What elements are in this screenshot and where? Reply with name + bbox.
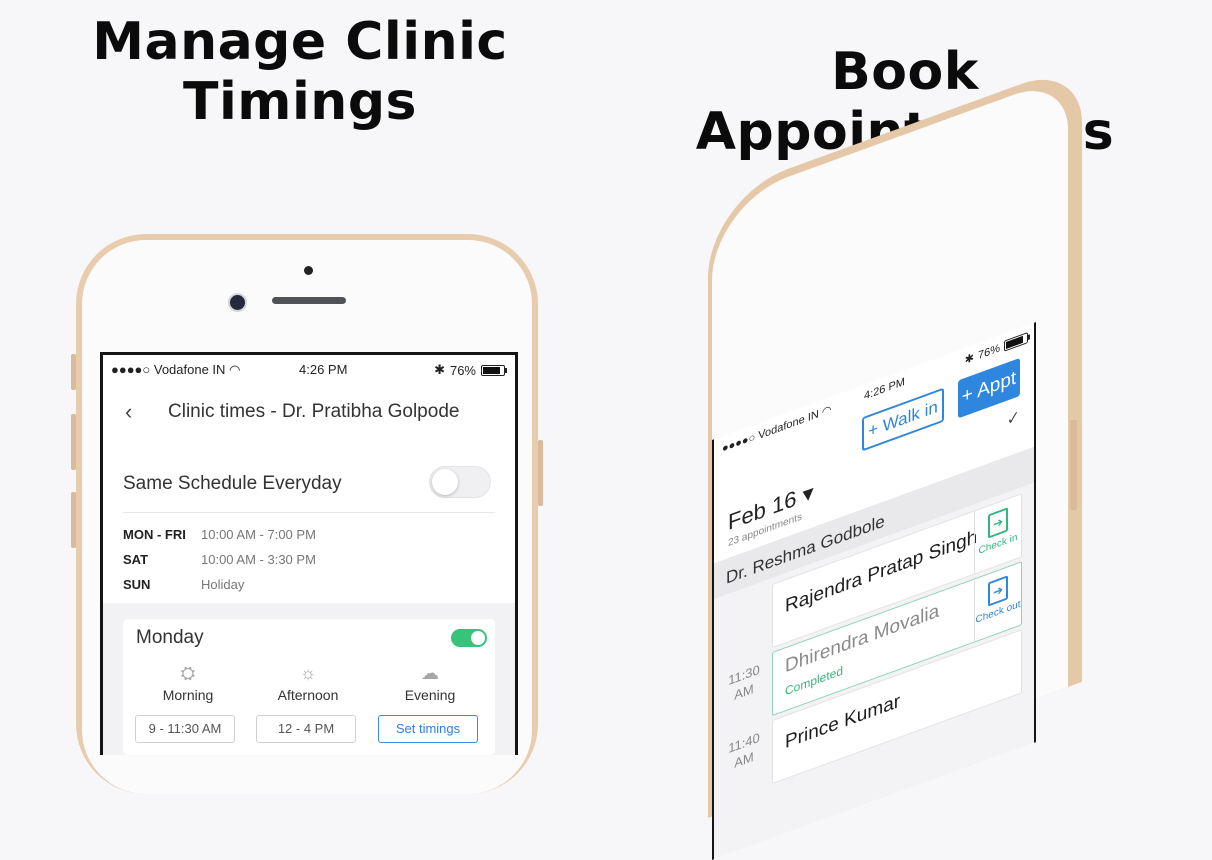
same-schedule-toggle[interactable] [429,466,491,498]
chevron-down-icon[interactable]: ✓ [1007,406,1020,431]
appointment-time: 11:40 AM [728,729,760,771]
battery-percent: 76% [977,341,1000,362]
volume-up-button [71,414,76,470]
volume-down-button [71,492,76,548]
battery-icon [1004,331,1028,352]
monday-toggle[interactable] [451,629,487,647]
power-button [538,440,543,506]
bluetooth-icon: ✱ [434,362,445,377]
status-bar: ●●●●○ Vodafone IN ◠ 4:26 PM ✱ 76% [103,355,515,383]
morning-timing-field[interactable]: 9 - 11:30 AM [135,715,235,743]
sun-icon: ☼ [299,663,317,683]
afternoon-timing-field[interactable]: 12 - 4 PM [256,715,356,743]
chevron-left-icon[interactable]: ‹ [125,401,132,423]
battery-icon [481,364,507,376]
earpiece-speaker [272,297,346,304]
proximity-sensor [304,266,313,275]
power-button-right [1070,420,1077,510]
slot-evening: ☁ Evening [380,661,480,703]
headline-manage-clinic-timings: Manage Clinic Timings [92,12,508,132]
slot-afternoon: ☼ Afternoon [258,661,358,703]
check-out-icon: ➔ [988,575,1008,607]
sunrise-icon: ⛭ [180,663,196,683]
battery-percent: 76% [449,362,476,378]
schedule-row: SUN Holiday [123,577,245,592]
mute-switch [71,354,76,390]
carrier-label: ●●●●○ Vodafone IN ◠ [111,362,241,377]
wifi-icon: ◠ [229,362,241,377]
front-camera [228,293,247,312]
day-name: Monday [136,627,204,648]
check-in-icon: ➔ [988,507,1008,539]
appointment-time: 11:30 AM [728,661,760,703]
set-timings-button[interactable]: Set timings [378,715,478,743]
bluetooth-icon: ✱ [964,351,974,368]
same-schedule-label: Same Schedule Everyday [123,473,342,494]
schedule-row: MON - FRI 10:00 AM - 7:00 PM [123,527,316,542]
page-title: Clinic times - Dr. Pratibha Golpode [168,401,460,422]
check-out-button[interactable]: ➔ Check out [974,562,1021,642]
divider [123,512,495,513]
schedule-row: SAT 10:00 AM - 3:30 PM [123,552,316,567]
clinic-times-screen: ●●●●○ Vodafone IN ◠ 4:26 PM ✱ 76% ‹ Clin… [100,352,518,755]
slot-morning: ⛭ Morning [138,661,238,703]
wifi-icon: ◠ [821,403,832,420]
check-in-button[interactable]: ➔ Check in [974,494,1021,574]
clock: 4:26 PM [299,362,348,377]
sunset-icon: ☁ [421,663,439,683]
